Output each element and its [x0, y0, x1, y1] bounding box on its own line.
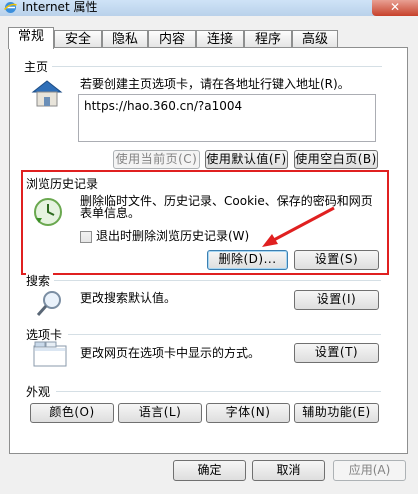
search-settings-button[interactable]: 设置(I) — [294, 290, 379, 310]
home-section-label: 主页 — [24, 58, 52, 75]
languages-button[interactable]: 语言(L) — [118, 403, 202, 423]
tab-security[interactable]: 安全 — [54, 30, 102, 48]
history-clock-icon — [34, 198, 62, 226]
divider — [54, 280, 381, 281]
delete-on-exit-checkbox[interactable] — [80, 231, 92, 243]
tab-content[interactable]: 内容 — [148, 30, 196, 48]
divider — [68, 334, 381, 335]
ok-button[interactable]: 确定 — [173, 460, 246, 481]
history-section-label: 浏览历史记录 — [26, 175, 102, 192]
tab-privacy[interactable]: 隐私 — [102, 30, 148, 48]
accessibility-button[interactable]: 辅助功能(E) — [294, 403, 379, 423]
tabs-description: 更改网页在选项卡中显示的方式。 — [80, 346, 261, 360]
use-default-button[interactable]: 使用默认值(F) — [205, 150, 288, 169]
magnifier-icon — [36, 291, 61, 316]
tab-advanced[interactable]: 高级 — [292, 30, 338, 48]
title-bar[interactable]: Internet 属性 ✕ — [0, 0, 418, 16]
tab-general[interactable]: 常规 — [8, 27, 54, 49]
close-icon: ✕ — [389, 0, 401, 14]
history-settings-button[interactable]: 设置(S) — [294, 250, 379, 270]
close-button[interactable]: ✕ — [372, 0, 418, 16]
colors-button[interactable]: 颜色(O) — [30, 403, 114, 423]
delete-history-button[interactable]: 删除(D)... — [207, 250, 288, 270]
internet-properties-window: Internet 属性 ✕ 常规 安全 隐私 内容 连接 程序 高级 主页 若要… — [0, 0, 418, 494]
cancel-button[interactable]: 取消 — [252, 460, 325, 481]
home-url-value: https://hao.360.cn/?a1004 — [84, 99, 243, 113]
use-blank-button[interactable]: 使用空白页(B) — [294, 150, 378, 169]
internet-explorer-icon — [4, 2, 17, 13]
appearance-section-label: 外观 — [26, 383, 54, 400]
home-url-field[interactable]: https://hao.360.cn/?a1004 — [78, 94, 376, 142]
divider — [56, 391, 381, 392]
apply-button[interactable]: 应用(A) — [333, 460, 406, 481]
search-section-label: 搜索 — [26, 272, 54, 289]
home-description: 若要创建主页选项卡，请在各地址行键入地址(R)。 — [80, 77, 350, 91]
tabs-settings-button[interactable]: 设置(T) — [294, 343, 379, 363]
fonts-button[interactable]: 字体(N) — [206, 403, 290, 423]
delete-on-exit-label: 退出时删除浏览历史记录(W) — [96, 229, 250, 243]
window-title: Internet 属性 — [22, 0, 98, 14]
tab-programs[interactable]: 程序 — [244, 30, 292, 48]
history-description-line2: 表单信息。 — [80, 206, 141, 220]
search-description: 更改搜索默认值。 — [80, 291, 177, 305]
red-arrow-annotation — [262, 206, 335, 247]
tabs-window-icon — [33, 341, 67, 367]
use-current-button[interactable]: 使用当前页(C) — [113, 150, 200, 169]
divider — [52, 66, 382, 67]
house-icon — [31, 80, 63, 107]
tab-connections[interactable]: 连接 — [196, 30, 244, 48]
